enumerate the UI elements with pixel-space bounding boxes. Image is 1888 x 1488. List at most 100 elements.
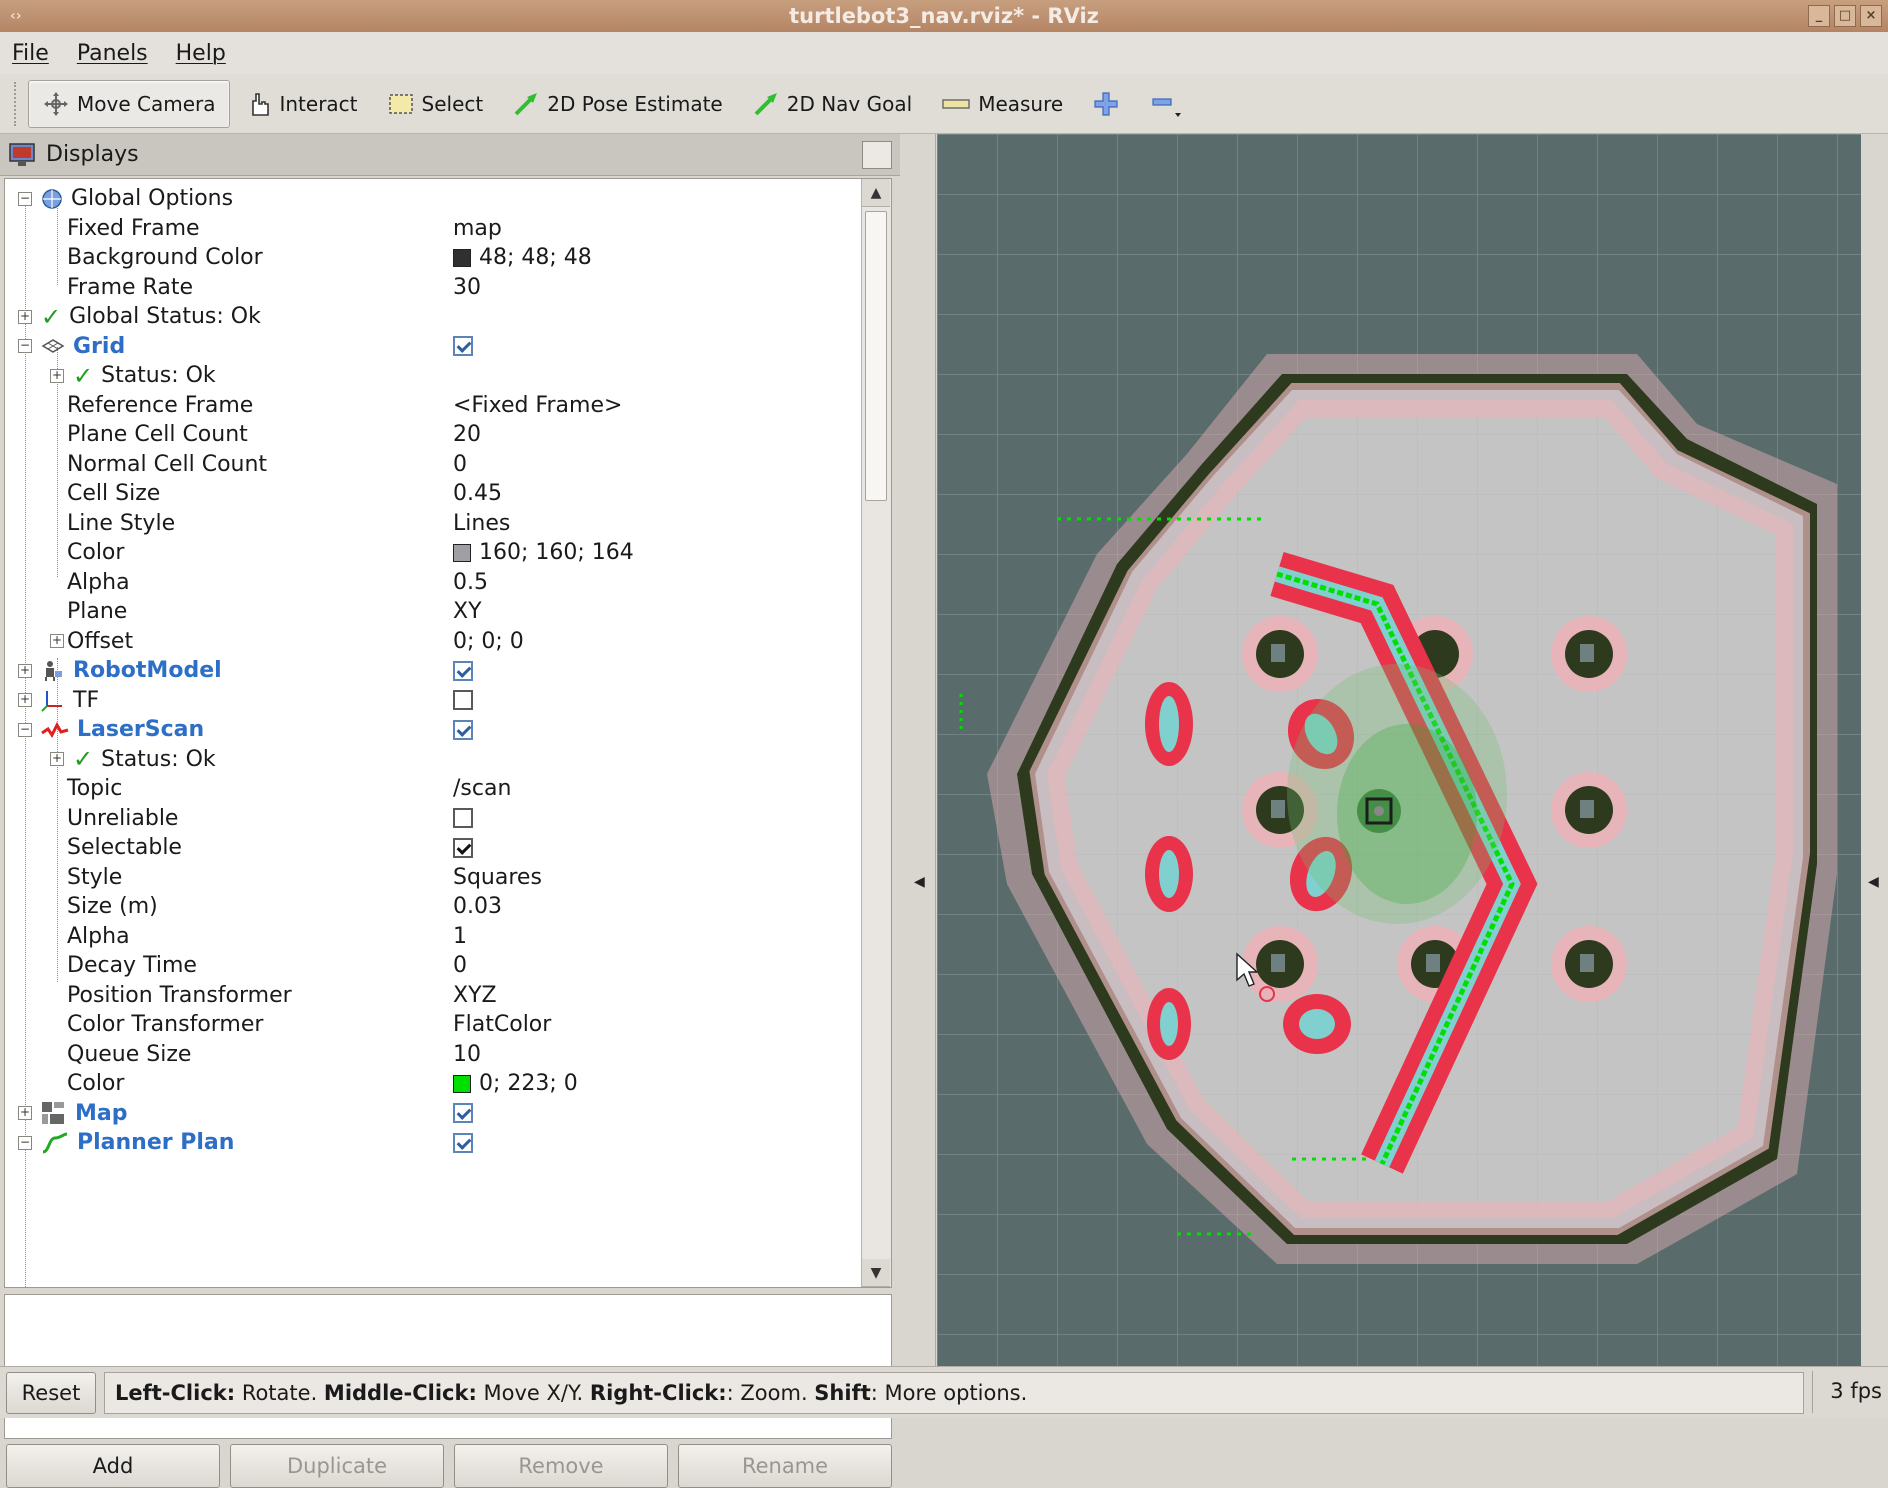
undock-panel-button[interactable] [862,141,892,169]
collapse-icon[interactable]: − [18,722,32,737]
expand-icon[interactable]: + [50,368,64,383]
tree-row-laserscan-status[interactable]: + ✓ Status: Ok [5,745,861,775]
tree-row-global-status[interactable]: + ✓ Global Status: Ok [5,302,861,332]
tree-row-reference-frame[interactable]: Reference Frame <Fixed Frame> [5,391,861,421]
menu-help[interactable]: Help [176,41,226,66]
tree-row-background-color[interactable]: Background Color 48; 48; 48 [5,243,861,273]
row-value[interactable]: 0 [453,452,467,477]
right-panel-splitter[interactable]: ◀ [1861,134,1888,1366]
remove-button[interactable]: Remove [454,1444,668,1488]
row-value[interactable]: <Fixed Frame> [453,393,622,418]
tree-row-color-transformer[interactable]: Color Transformer FlatColor [5,1010,861,1040]
tree-row-plane[interactable]: Plane XY [5,597,861,627]
menu-panels[interactable]: Panels [77,41,148,66]
tree-row-laser-alpha[interactable]: Alpha 1 [5,922,861,952]
tree-scrollbar[interactable]: ▲ ▼ [861,179,891,1287]
left-panel-splitter[interactable]: ◀ [900,134,936,1366]
row-value[interactable]: 30 [453,275,481,300]
enabled-checkbox[interactable] [453,1132,473,1153]
row-value[interactable]: 1 [453,924,467,949]
rename-button[interactable]: Rename [678,1444,892,1488]
scroll-up-icon[interactable]: ▲ [862,179,890,207]
enabled-checkbox[interactable] [453,1103,473,1124]
remove-tool-button[interactable] [1134,80,1200,128]
enabled-checkbox[interactable] [453,336,473,357]
tree-row-cell-size[interactable]: Cell Size 0.45 [5,479,861,509]
row-value[interactable]: 0.45 [453,481,502,506]
maximize-icon[interactable]: □ [1834,5,1856,27]
tree-row-laser-color[interactable]: Color 0; 223; 0 [5,1069,861,1099]
duplicate-button[interactable]: Duplicate [230,1444,444,1488]
tree-row-line-style[interactable]: Line Style Lines [5,509,861,539]
minimize-icon[interactable]: _ [1808,5,1830,27]
tool-select[interactable]: Select [373,80,499,128]
render-viewport[interactable] [937,134,1861,1366]
window-menu-icon[interactable]: ‹› [10,0,22,32]
collapse-icon[interactable]: − [18,339,32,354]
tool-measure[interactable]: Measure [927,80,1078,128]
toolbar-grip[interactable] [14,81,20,126]
tree-row-grid-status[interactable]: + ✓ Status: Ok [5,361,861,391]
tree-row-map[interactable]: + Map [5,1099,861,1129]
tree-row-style[interactable]: Style Squares [5,863,861,893]
tree-row-laserscan[interactable]: − LaserScan [5,715,861,745]
tree-row-plane-cell-count[interactable]: Plane Cell Count 20 [5,420,861,450]
row-value[interactable]: Squares [453,865,542,890]
row-value[interactable]: 160; 160; 164 [479,540,634,565]
unreliable-checkbox[interactable] [453,808,473,829]
tree-row-size[interactable]: Size (m) 0.03 [5,892,861,922]
row-value[interactable]: /scan [453,776,511,801]
tree-row-queue-size[interactable]: Queue Size 10 [5,1040,861,1070]
tree-row-fixed-frame[interactable]: Fixed Frame map [5,214,861,244]
tree-row-planner-plan[interactable]: − Planner Plan [5,1128,861,1158]
reset-button[interactable]: Reset [6,1371,96,1414]
row-value[interactable]: 0 [453,953,467,978]
tree-row-decay-time[interactable]: Decay Time 0 [5,951,861,981]
tree-row-tf[interactable]: + TF [5,686,861,716]
collapse-left-icon[interactable]: ◀ [914,874,925,890]
row-value[interactable]: XYZ [453,983,497,1008]
tree-row-offset[interactable]: + Offset 0; 0; 0 [5,627,861,657]
row-value[interactable]: 0; 223; 0 [479,1071,578,1096]
row-value[interactable]: 0.03 [453,894,502,919]
expand-icon[interactable]: + [18,663,32,678]
tool-2d-nav-goal[interactable]: 2D Nav Goal [738,80,927,128]
expand-icon[interactable]: + [18,693,32,708]
enabled-checkbox[interactable] [453,719,473,740]
row-value[interactable]: 48; 48; 48 [479,245,592,270]
row-value[interactable]: XY [453,599,482,624]
row-value[interactable]: FlatColor [453,1012,551,1037]
tree-row-selectable[interactable]: Selectable [5,833,861,863]
tree-row-unreliable[interactable]: Unreliable [5,804,861,834]
tree-row-topic[interactable]: Topic /scan [5,774,861,804]
row-value[interactable]: map [453,216,502,241]
row-value[interactable]: 10 [453,1042,481,1067]
expand-icon[interactable]: + [50,752,64,767]
collapse-right-icon[interactable]: ◀ [1868,874,1879,890]
collapse-icon[interactable]: − [18,1135,32,1150]
row-value[interactable]: 0; 0; 0 [453,629,524,654]
tree-row-grid-color[interactable]: Color 160; 160; 164 [5,538,861,568]
row-value[interactable]: 0.5 [453,570,488,595]
close-icon[interactable]: × [1860,5,1882,27]
scroll-down-icon[interactable]: ▼ [862,1259,890,1287]
add-button[interactable]: Add [6,1444,220,1488]
tree-row-grid[interactable]: − Grid [5,332,861,362]
row-value[interactable]: 20 [453,422,481,447]
expand-icon[interactable]: + [18,309,32,324]
scrollbar-thumb[interactable] [865,211,887,501]
tree-row-global-options[interactable]: − Global Options [5,184,861,214]
tool-interact[interactable]: Interact [230,80,372,128]
enabled-checkbox[interactable] [453,690,473,711]
tree-row-robotmodel[interactable]: + RobotModel [5,656,861,686]
enabled-checkbox[interactable] [453,660,473,681]
expand-icon[interactable]: + [18,1106,32,1121]
expand-icon[interactable]: + [50,634,64,649]
menu-file[interactable]: File [12,41,49,66]
tree-row-grid-alpha[interactable]: Alpha 0.5 [5,568,861,598]
tree-row-position-transformer[interactable]: Position Transformer XYZ [5,981,861,1011]
row-value[interactable]: Lines [453,511,510,536]
add-tool-button[interactable] [1078,80,1134,128]
tool-move-camera[interactable]: Move Camera [28,79,231,128]
collapse-icon[interactable]: − [18,191,32,206]
